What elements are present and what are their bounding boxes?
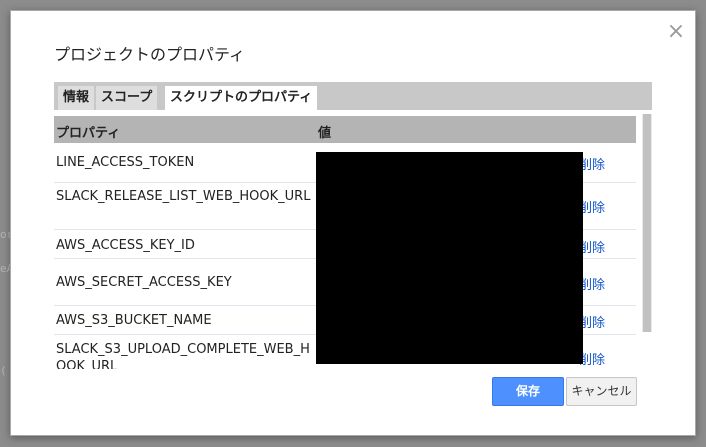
scrollbar-thumb[interactable] [643,114,651,332]
header-value: 値 [318,126,332,141]
tab-bar: 情報 スコープ スクリプトのプロパティ [54,82,652,110]
property-name: LINE_ACCESS_TOKEN [56,155,195,170]
tab-scopes[interactable]: スコープ [96,86,158,110]
table-header: プロパティ 値 [54,116,636,143]
property-name: AWS_ACCESS_KEY_ID [56,238,195,253]
property-name: SLACK_RELEASE_LIST_WEB_HOOK_URL [56,189,311,204]
project-properties-dialog: × プロジェクトのプロパティ 情報 スコープ スクリプトのプロパティ プロパティ… [10,10,696,436]
property-name: SLACK_S3_UPLOAD_COMPLETE_WEB_HOOK_URL [56,342,310,369]
dialog-title: プロジェクトのプロパティ [54,45,246,64]
cancel-button[interactable]: キャンセル [566,377,637,406]
vertical-scrollbar[interactable] [642,114,652,332]
background-code-fragment: ( [0,364,7,377]
tab-script-properties[interactable]: スクリプトのプロパティ [165,86,318,110]
redacted-values [316,152,583,364]
close-x-icon[interactable]: × [665,21,687,44]
property-name: AWS_SECRET_ACCESS_KEY [56,275,232,290]
header-property: プロパティ [56,126,121,141]
properties-table: プロパティ 値 LINE_ACCESS_TOKEN 削除 SLACK_RELEA… [54,115,638,369]
property-name: AWS_S3_BUCKET_NAME [56,313,212,328]
save-button[interactable]: 保存 [492,377,564,406]
tab-info[interactable]: 情報 [58,86,95,110]
